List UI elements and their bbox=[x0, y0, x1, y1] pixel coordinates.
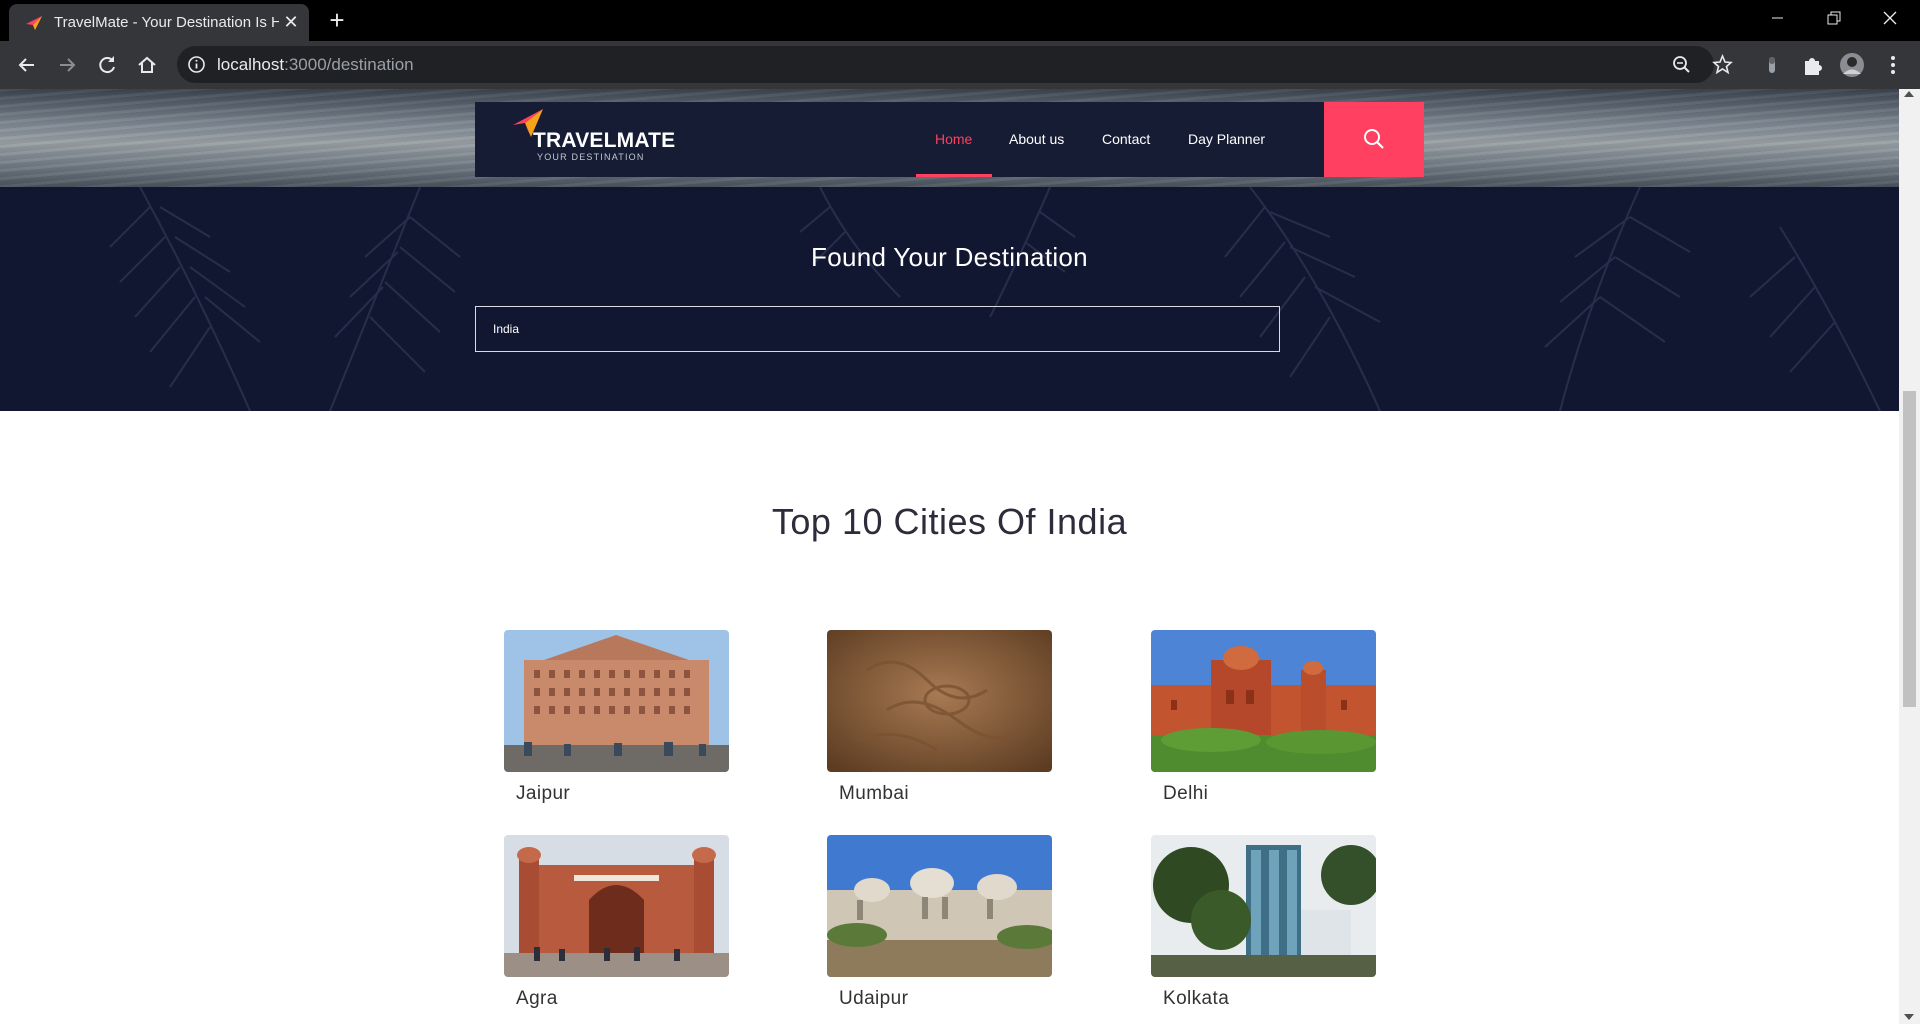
logo-tagline: YOUR DESTINATION bbox=[537, 152, 645, 162]
city-card-udaipur[interactable]: Udaipur bbox=[827, 835, 1052, 1020]
city-image-delhi[interactable] bbox=[1151, 630, 1376, 772]
scroll-down-arrow-icon[interactable] bbox=[1904, 1014, 1914, 1020]
browser-menu-icon[interactable] bbox=[1880, 52, 1906, 78]
browser-tab[interactable]: TravelMate - Your Destination Is Here ✕ bbox=[9, 4, 309, 41]
city-card-delhi[interactable]: Delhi bbox=[1151, 630, 1376, 815]
page-viewport: TRAVELMATE YOUR DESTINATION Home About u… bbox=[0, 89, 1899, 1024]
city-name-kolkata[interactable]: Kolkata bbox=[1163, 988, 1229, 1010]
puzzle-extensions-icon[interactable] bbox=[1799, 52, 1825, 78]
address-bar[interactable]: localhost:3000/destination bbox=[177, 46, 1714, 83]
city-image-agra[interactable] bbox=[504, 835, 729, 977]
search-icon bbox=[1364, 129, 1384, 149]
city-image-mumbai[interactable] bbox=[827, 630, 1052, 772]
url-host: localhost bbox=[217, 55, 285, 74]
city-name-agra[interactable]: Agra bbox=[516, 988, 558, 1010]
city-name-delhi[interactable]: Delhi bbox=[1163, 783, 1208, 805]
nav-about-us[interactable]: About us bbox=[1009, 102, 1064, 177]
section-title: Top 10 Cities Of India bbox=[771, 501, 1128, 542]
scroll-up-arrow-icon[interactable] bbox=[1904, 91, 1914, 97]
restore-icon[interactable] bbox=[1806, 0, 1862, 38]
city-card-mumbai[interactable]: Mumbai bbox=[827, 630, 1052, 815]
search-button[interactable] bbox=[1324, 102, 1424, 177]
url-text: localhost:3000/destination bbox=[217, 55, 414, 75]
site-logo[interactable]: TRAVELMATE YOUR DESTINATION bbox=[511, 107, 681, 169]
nav-contact[interactable]: Contact bbox=[1102, 102, 1150, 177]
extension-icon[interactable] bbox=[1759, 52, 1785, 78]
browser-toolbar: localhost:3000/destination bbox=[0, 41, 1920, 89]
forward-icon[interactable] bbox=[53, 51, 81, 79]
site-navbar: TRAVELMATE YOUR DESTINATION Home About u… bbox=[475, 102, 1424, 177]
browser-tab-strip: TravelMate - Your Destination Is Here ✕ … bbox=[0, 0, 1920, 41]
destination-banner: Found Your Destination bbox=[0, 187, 1899, 411]
home-icon[interactable] bbox=[133, 51, 161, 79]
nav-home[interactable]: Home bbox=[935, 102, 972, 177]
banner-title: Found Your Destination bbox=[811, 242, 1088, 272]
reload-icon[interactable] bbox=[93, 51, 121, 79]
palm-leaves-background bbox=[109, 187, 1881, 411]
city-image-kolkata[interactable] bbox=[1151, 835, 1376, 977]
logo-name: TRAVELMATE bbox=[533, 129, 676, 152]
city-name-mumbai[interactable]: Mumbai bbox=[839, 783, 909, 805]
destination-search-input[interactable] bbox=[475, 306, 1280, 352]
minimize-icon[interactable] bbox=[1750, 0, 1806, 38]
zoom-icon[interactable] bbox=[1671, 54, 1692, 75]
city-card-jaipur[interactable]: Jaipur bbox=[504, 630, 729, 815]
new-tab-icon[interactable]: + bbox=[323, 7, 351, 35]
info-icon[interactable] bbox=[187, 55, 206, 74]
city-card-kolkata[interactable]: Kolkata bbox=[1151, 835, 1376, 1020]
bookmark-star-icon[interactable] bbox=[1712, 54, 1733, 75]
tab-title: TravelMate - Your Destination Is Here bbox=[54, 14, 279, 31]
nav-active-underline bbox=[916, 174, 992, 177]
back-icon[interactable] bbox=[13, 51, 41, 79]
tab-close-icon[interactable]: ✕ bbox=[280, 11, 302, 33]
city-name-jaipur[interactable]: Jaipur bbox=[516, 783, 570, 805]
city-image-udaipur[interactable] bbox=[827, 835, 1052, 977]
scrollbar-thumb[interactable] bbox=[1903, 391, 1916, 707]
city-name-udaipur[interactable]: Udaipur bbox=[839, 988, 908, 1010]
page-scrollbar[interactable] bbox=[1899, 89, 1920, 1024]
nav-day-planner[interactable]: Day Planner bbox=[1188, 102, 1265, 177]
url-path: :3000/destination bbox=[284, 55, 414, 74]
city-image-jaipur[interactable] bbox=[504, 630, 729, 772]
city-card-agra[interactable]: Agra bbox=[504, 835, 729, 1020]
window-close-icon[interactable] bbox=[1862, 0, 1918, 38]
profile-avatar-icon[interactable] bbox=[1839, 52, 1865, 78]
paper-plane-favicon-icon bbox=[26, 16, 42, 30]
